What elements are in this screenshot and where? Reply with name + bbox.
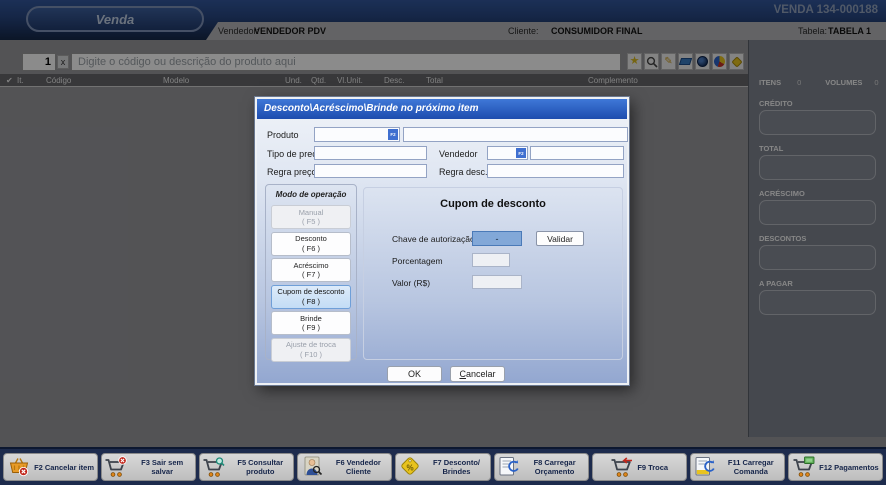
discount-dialog: Desconto\Acréscimo\Brinde no próximo ite…	[255, 97, 629, 385]
function-toolbar: F2Cancelar item F3Sair sem salvar F5Cons…	[0, 447, 886, 485]
document-refresh-icon	[497, 456, 521, 478]
valor-input[interactable]	[472, 275, 522, 289]
vendedor-code-input[interactable]: F2	[487, 146, 528, 160]
chave-autorizacao-input[interactable]	[472, 231, 522, 246]
mode-button-key: ( F6 )	[302, 244, 320, 253]
regra-preco-label: Regra preço	[267, 167, 317, 177]
toolbar-label: Consultar produto	[246, 458, 283, 476]
mode-button-label: Manual	[299, 208, 324, 217]
produto-label: Produto	[267, 130, 299, 140]
cancel-button[interactable]: Cancelar	[450, 366, 505, 382]
mode-button-ajuste-troca: Ajuste de troca ( F10 )	[271, 338, 351, 362]
toolbar-button-consultar-produto[interactable]: F5Consultar produto	[199, 453, 294, 481]
cart-return-icon	[610, 456, 634, 478]
coupon-panel: Cupom de desconto Chave de autorização V…	[363, 187, 623, 360]
porcentagem-label: Porcentagem	[392, 256, 443, 266]
mode-button-key: ( F7 )	[302, 270, 320, 279]
toolbar-label: Vendedor Cliente	[346, 458, 381, 476]
toolbar-key: F5	[237, 458, 246, 467]
mode-button-manual: Manual ( F5 )	[271, 205, 351, 229]
coupon-title: Cupom de desconto	[364, 198, 622, 210]
toolbar-label: Sair sem salvar	[151, 458, 183, 476]
mode-button-label: Cupom de desconto	[277, 287, 344, 296]
toolbar-key: F8	[534, 458, 543, 467]
regra-desc-input[interactable]	[487, 164, 624, 178]
mode-button-key: ( F8 )	[302, 297, 320, 306]
lookup-f2-icon[interactable]: F2	[516, 148, 526, 158]
produto-code-input[interactable]: F2	[314, 127, 400, 142]
mode-buttons: Manual ( F5 ) Desconto ( F6 ) Acréscimo …	[266, 205, 356, 362]
toolbar-key: F9	[637, 463, 646, 472]
chave-autorizacao-label: Chave de autorização	[392, 234, 475, 244]
toolbar-key: F3	[141, 458, 150, 467]
mode-button-key: ( F9 )	[302, 323, 320, 332]
mode-button-key: ( F5 )	[302, 217, 320, 226]
toolbar-button-cancelar-item[interactable]: F2Cancelar item	[3, 453, 98, 481]
cart-remove-icon	[104, 456, 128, 478]
cancel-button-label: ancelar	[466, 369, 496, 379]
mode-button-key: ( F10 )	[300, 350, 322, 359]
mode-group-title: Modo de operação	[266, 190, 356, 199]
toolbar-label: Pagamentos	[834, 463, 879, 472]
lookup-f2-icon[interactable]: F2	[388, 129, 398, 140]
mode-button-label: Desconto	[295, 234, 327, 243]
mode-button-acrescimo[interactable]: Acréscimo ( F7 )	[271, 258, 351, 282]
regra-preco-input[interactable]	[314, 164, 427, 178]
vendedor-nome-input[interactable]	[530, 146, 624, 160]
cart-payment-icon	[792, 456, 816, 478]
validar-button-label: Validar	[547, 234, 573, 244]
tipo-preco-input[interactable]	[314, 146, 427, 160]
regra-desc-label: Regra desc.	[439, 167, 488, 177]
dialog-vendedor-label: Vendedor	[439, 149, 478, 159]
pos-sale-screen: Venda VENDA 134-000188 Vendedor: VENDEDO…	[0, 0, 886, 485]
toolbar-button-desconto-brindes[interactable]: % F7Desconto/ Brindes	[395, 453, 490, 481]
mode-group: Modo de operação Manual ( F5 ) Desconto …	[265, 184, 357, 360]
mode-button-desconto[interactable]: Desconto ( F6 )	[271, 232, 351, 256]
mode-button-brinde[interactable]: Brinde ( F9 )	[271, 311, 351, 335]
toolbar-button-vendedor-cliente[interactable]: F6Vendedor Cliente	[297, 453, 392, 481]
produto-descricao-input[interactable]	[403, 127, 628, 142]
mode-button-cupom-desconto[interactable]: Cupom de desconto ( F8 )	[271, 285, 351, 309]
mode-button-label: Ajuste de troca	[286, 340, 336, 349]
toolbar-key: F11	[728, 458, 741, 467]
toolbar-button-troca[interactable]: F9Troca	[592, 453, 687, 481]
toolbar-label: Troca	[648, 463, 668, 472]
dialog-title: Desconto\Acréscimo\Brinde no próximo ite…	[257, 99, 627, 119]
svg-text:%: %	[407, 464, 414, 473]
document-refresh-icon	[693, 456, 717, 478]
mode-button-label: Brinde	[300, 314, 322, 323]
ok-button-label: OK	[408, 369, 421, 379]
toolbar-button-pagamentos[interactable]: F12Pagamentos	[788, 453, 883, 481]
person-search-icon	[300, 456, 324, 478]
toolbar-button-sair-sem-salvar[interactable]: F3Sair sem salvar	[101, 453, 196, 481]
validar-button[interactable]: Validar	[536, 231, 584, 246]
toolbar-key: F7	[433, 458, 442, 467]
basket-remove-icon	[7, 456, 31, 478]
toolbar-button-carregar-comanda[interactable]: F11Carregar Comanda	[690, 453, 785, 481]
toolbar-key: F6	[336, 458, 345, 467]
toolbar-key: F12	[819, 463, 832, 472]
toolbar-label: Cancelar item	[45, 463, 94, 472]
mode-button-label: Acréscimo	[293, 261, 328, 270]
porcentagem-input[interactable]	[472, 253, 510, 267]
tag-percent-icon: %	[398, 456, 422, 478]
ok-button[interactable]: OK	[387, 366, 442, 382]
cart-search-icon	[202, 456, 226, 478]
toolbar-key: F2	[34, 463, 43, 472]
valor-label: Valor (R$)	[392, 278, 430, 288]
toolbar-label: Desconto/ Brindes	[443, 458, 480, 476]
toolbar-button-carregar-orcamento[interactable]: F8Carregar Orçamento	[494, 453, 589, 481]
